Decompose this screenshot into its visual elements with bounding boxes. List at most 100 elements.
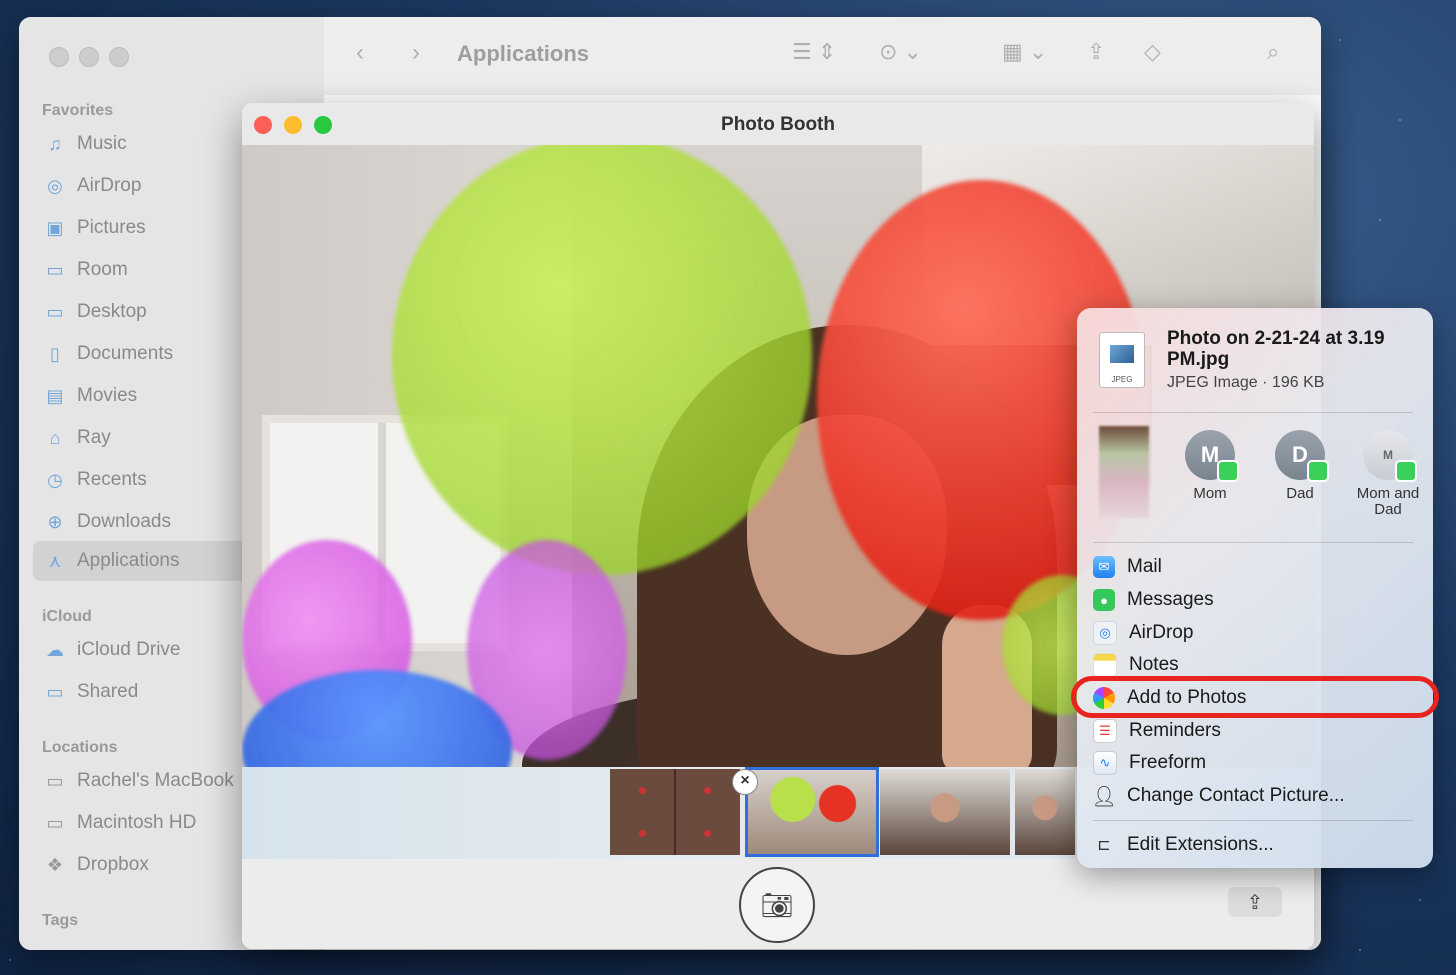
share-item-reminders[interactable]: ☰ Reminders — [1093, 716, 1221, 746]
file-preview — [1110, 345, 1134, 363]
folder-icon: ▭ — [46, 259, 64, 280]
list-view-icon[interactable]: ☰ ⇕ — [792, 39, 836, 65]
share-popover: JPEG Photo on 2-21-24 at 3.19 PM.jpg JPE… — [1077, 308, 1433, 868]
more-actions-icon[interactable]: ⊙ ⌄ — [879, 39, 922, 65]
sidebar-heading-locations: Locations — [42, 739, 118, 756]
delete-thumbnail-icon[interactable]: × — [732, 769, 758, 795]
extensions-icon: ⊏ — [1097, 837, 1111, 854]
sidebar-heading-icloud: iCloud — [42, 608, 92, 625]
shared-folder-icon: ▭ — [46, 681, 64, 702]
share-item-messages[interactable]: ● Messages — [1093, 585, 1214, 615]
document-icon: ▯ — [50, 343, 60, 364]
photo-booth-controls: 📷︎ ⇪ — [242, 859, 1314, 949]
share-item-freeform[interactable]: ∿ Freeform — [1093, 748, 1206, 778]
sidebar-item-macbook[interactable]: ▭ Rachel's MacBook — [43, 766, 233, 796]
photo-thumbnail[interactable] — [610, 769, 740, 855]
contact-mom-and-dad[interactable]: M Mom and Dad — [1348, 430, 1428, 518]
sidebar-item-label: Documents — [77, 343, 174, 364]
movies-icon: ▤ — [46, 385, 64, 406]
contact-mom[interactable]: M Mom — [1170, 430, 1250, 502]
photo-thumbnail[interactable] — [1015, 769, 1075, 855]
take-photo-button[interactable]: 📷︎ — [739, 867, 815, 943]
share-item-airdrop[interactable]: ◎ AirDrop — [1093, 618, 1193, 648]
share-item-label: Mail — [1127, 556, 1162, 577]
photo-thumbnail[interactable] — [880, 769, 1010, 855]
photo-thumbnail-selected[interactable] — [745, 767, 879, 857]
sidebar-item-label: AirDrop — [77, 175, 142, 196]
sidebar-item-dropbox[interactable]: ❖ Dropbox — [43, 850, 149, 880]
tag-icon[interactable]: ◇ — [1144, 39, 1161, 65]
dropbox-icon: ❖ — [46, 854, 64, 875]
sidebar-item-music[interactable]: ♫ Music — [43, 129, 126, 159]
sidebar-item-room[interactable]: ▭ Room — [43, 255, 128, 285]
avatar: M — [1185, 430, 1239, 482]
desktop-icon: ▭ — [46, 301, 64, 322]
home-icon: ⌂ — [49, 427, 61, 448]
zoom-button[interactable] — [109, 47, 129, 67]
share-icon[interactable]: ⇪ — [1087, 39, 1105, 65]
contact-name: Mom and Dad — [1356, 485, 1420, 518]
laptop-icon: ▭ — [46, 770, 64, 791]
share-item-label: Change Contact Picture... — [1127, 785, 1345, 806]
sidebar-item-label: Room — [77, 259, 128, 280]
pictures-icon: ▣ — [46, 217, 64, 238]
disk-icon: ▭ — [46, 812, 64, 833]
minimize-button[interactable] — [79, 47, 99, 67]
clock-icon: ◷ — [47, 469, 63, 490]
forward-icon[interactable]: › — [412, 39, 420, 67]
divider — [1093, 820, 1413, 821]
sidebar-item-downloads[interactable]: ⊕ Downloads — [43, 507, 171, 537]
sidebar-item-label: Pictures — [77, 217, 146, 238]
avatar: M — [1363, 430, 1417, 482]
share-button[interactable]: ⇪ — [1228, 887, 1282, 917]
sidebar-item-recents[interactable]: ◷ Recents — [43, 465, 147, 495]
cloud-icon: ☁ — [46, 639, 64, 660]
contact-dad[interactable]: D Dad — [1260, 430, 1340, 502]
sidebar-item-label: Macintosh HD — [77, 812, 197, 833]
add-to-photos-highlight-annotation — [1071, 676, 1439, 718]
messages-badge-icon — [1217, 460, 1239, 482]
airdrop-icon: ◎ — [1093, 621, 1117, 645]
sidebar-item-applications[interactable]: ⋏ Applications — [33, 541, 273, 581]
sidebar-item-pictures[interactable]: ▣ Pictures — [43, 213, 146, 243]
music-icon: ♫ — [48, 133, 62, 154]
share-item-label: Notes — [1129, 654, 1179, 675]
sidebar-item-desktop[interactable]: ▭ Desktop — [43, 297, 146, 327]
photo-preview-thumbnail — [1099, 426, 1149, 518]
sidebar-item-label: Ray — [77, 427, 111, 448]
sidebar-item-icloud-drive[interactable]: ☁ iCloud Drive — [43, 635, 180, 665]
shared-file-name: Photo on 2-21-24 at 3.19 PM.jpg — [1167, 328, 1385, 370]
contact-name: Mom — [1193, 485, 1227, 502]
sidebar-item-label: Downloads — [77, 511, 171, 532]
share-item-mail[interactable]: ✉ Mail — [1093, 552, 1162, 582]
share-item-label: Messages — [1127, 589, 1214, 610]
sidebar-item-shared[interactable]: ▭ Shared — [43, 677, 138, 707]
photo-booth-titlebar: Photo Booth — [242, 103, 1314, 146]
divider — [1093, 542, 1413, 543]
sidebar-item-label: Recents — [77, 469, 147, 490]
sidebar-item-airdrop[interactable]: ◎ AirDrop — [43, 171, 141, 201]
balloon-green — [392, 145, 812, 575]
sidebar-item-macintosh-hd[interactable]: ▭ Macintosh HD — [43, 808, 196, 838]
mail-icon: ✉ — [1093, 556, 1115, 578]
close-button[interactable] — [49, 47, 69, 67]
shared-file-meta: JPEG Image · 196 KB — [1167, 374, 1325, 391]
applications-icon: ⋏ — [48, 550, 62, 571]
finder-window-title: Applications — [457, 41, 590, 66]
sidebar-item-movies[interactable]: ▤ Movies — [43, 381, 137, 411]
sidebar-item-documents[interactable]: ▯ Documents — [43, 339, 173, 369]
sidebar-heading-tags: Tags — [42, 912, 79, 929]
sidebar-heading-favorites: Favorites — [42, 102, 114, 119]
edit-extensions-button[interactable]: ⊏ Edit Extensions... — [1093, 830, 1274, 860]
camera-icon: 📷︎ — [760, 889, 794, 920]
download-icon: ⊕ — [47, 511, 63, 532]
person-icon: 👤︎ — [1091, 785, 1117, 808]
back-icon[interactable]: ‹ — [356, 39, 364, 67]
messages-badge-icon — [1395, 460, 1417, 482]
search-icon[interactable]: ⌕ — [1267, 39, 1279, 65]
sidebar-item-ray[interactable]: ⌂ Ray — [43, 423, 111, 453]
reminders-icon: ☰ — [1093, 719, 1117, 743]
share-item-change-contact-picture[interactable]: 👤︎ Change Contact Picture... — [1091, 781, 1345, 811]
group-icon[interactable]: ▦ ⌄ — [1002, 39, 1047, 65]
sidebar-item-label: Shared — [77, 681, 139, 702]
